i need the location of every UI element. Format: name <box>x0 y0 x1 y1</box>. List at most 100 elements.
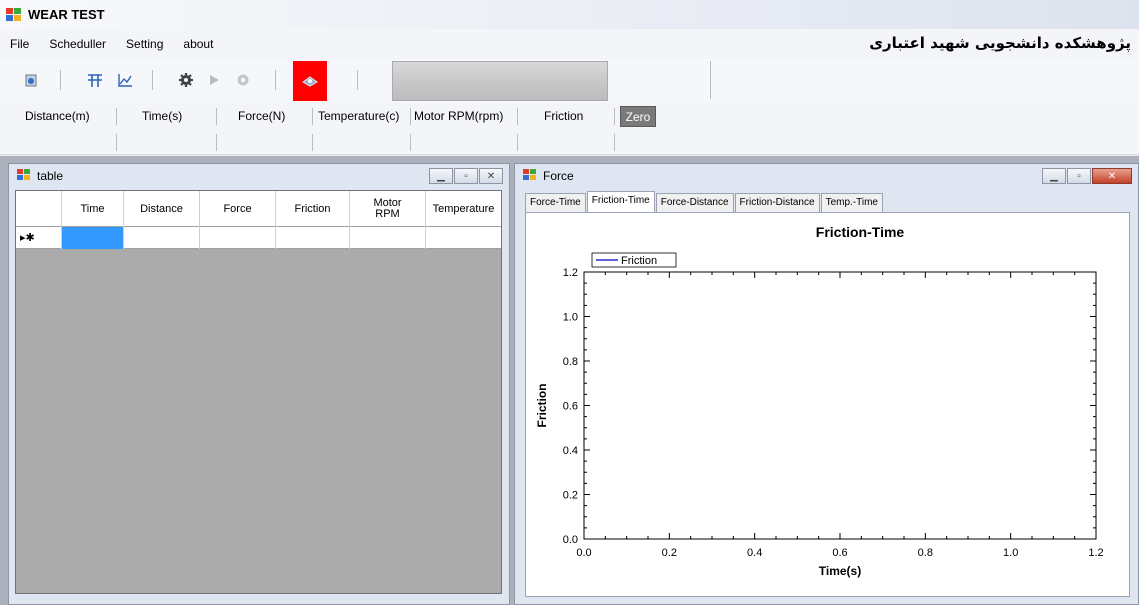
toolbar-separator <box>275 70 276 90</box>
sensor-icon[interactable] <box>293 61 327 101</box>
menu-setting[interactable]: Setting <box>126 37 163 51</box>
x-tick-label: 0.0 <box>576 547 591 559</box>
y-tick-label: 0.2 <box>563 490 578 502</box>
chart-tabs: Force-Time Friction-Time Force-Distance … <box>525 191 884 213</box>
friction-label: Friction <box>544 109 584 123</box>
close-button[interactable]: ✕ <box>1092 168 1132 184</box>
label-separator <box>312 108 313 125</box>
cell-distance[interactable] <box>124 227 200 249</box>
tab-force-time[interactable]: Force-Time <box>525 193 586 212</box>
toolbar <box>0 59 1139 103</box>
toolbar-separator <box>60 70 61 90</box>
x-axis-label: Time(s) <box>819 564 861 578</box>
y-tick-label: 1.2 <box>563 267 578 279</box>
temperature-label: Temperature(c) <box>318 109 400 123</box>
value-separator <box>410 134 411 151</box>
force-window-title: Force <box>543 169 574 183</box>
chart-panel: Friction-Time Friction 0.0 0.0 0.2 0.2 0.4 0.4 0… <box>525 212 1130 597</box>
label-separator <box>410 108 411 125</box>
toolbar-separator <box>710 61 711 99</box>
legend-label: Friction <box>621 255 657 267</box>
maximize-button[interactable]: ▫ <box>454 168 478 184</box>
toolbar-separator <box>152 70 153 90</box>
time-label: Time(s) <box>142 109 183 123</box>
x-tick-label: 0.2 <box>662 547 677 559</box>
institute-name: پژوهشکده دانشجویی شهید اعتباری <box>869 34 1131 52</box>
settings-gear-icon[interactable] <box>175 69 197 91</box>
column-header-temperature[interactable]: Temperature <box>426 191 501 227</box>
menu-file[interactable]: File <box>10 37 29 51</box>
grid-header: Time Distance Force Friction Motor RPM T… <box>16 191 501 227</box>
tab-friction-time[interactable]: Friction-Time <box>586 191 655 212</box>
label-separator <box>116 108 117 125</box>
value-separator <box>614 134 615 151</box>
motor-rpm-label: Motor RPM(rpm) <box>414 109 504 123</box>
x-tick-label: 1.2 <box>1088 547 1103 559</box>
force-label: Force(N) <box>238 109 286 123</box>
close-button[interactable]: ✕ <box>479 168 503 184</box>
friction-time-chart: Friction-Time Friction 0.00.0 0.2 0.2 0.4 0.4 0… <box>535 224 1104 578</box>
new-row-indicator: ▸✱ <box>16 227 62 249</box>
minimize-button[interactable]: ▁ <box>429 168 453 184</box>
y-tick-label: 0.8 <box>563 356 578 368</box>
value-separator <box>312 134 313 151</box>
x-tick-label: 0.4 <box>747 547 762 559</box>
table-row[interactable]: ▸✱ <box>16 227 501 249</box>
force-window: Force ▁ ▫ ✕ Force-Time Friction-Time For… <box>514 163 1139 605</box>
column-header-motor-rpm[interactable]: Motor RPM <box>350 191 426 227</box>
connect-icon[interactable] <box>20 69 42 91</box>
readout-labels-bar: Distance(m) Time(s) Force(N) Temperature… <box>0 103 1139 130</box>
label-separator <box>614 108 615 125</box>
label-separator <box>517 108 518 125</box>
tab-temp-time[interactable]: Temp.-Time <box>820 193 883 212</box>
new-row-marker: ▸✱ <box>20 232 35 244</box>
menu-scheduller[interactable]: Scheduller <box>49 37 106 51</box>
app-icon <box>6 7 22 22</box>
chart-title: Friction-Time <box>816 224 905 240</box>
value-separator <box>517 134 518 151</box>
cell-time[interactable] <box>62 227 124 249</box>
y-tick-label: 1.0 <box>563 312 578 324</box>
tab-friction-distance[interactable]: Friction-Distance <box>734 193 820 212</box>
cell-friction[interactable] <box>276 227 350 249</box>
y-tick-label: 0.0 <box>563 534 578 546</box>
data-grid[interactable]: Time Distance Force Friction Motor RPM T… <box>15 190 502 594</box>
y-axis-label: Friction <box>535 384 549 428</box>
label-separator <box>216 108 217 125</box>
column-header-distance[interactable]: Distance <box>124 191 200 227</box>
row-header-corner <box>16 191 62 227</box>
chart-icon[interactable] <box>114 69 136 91</box>
table-window-titlebar[interactable]: table ▁ ▫ ✕ <box>9 164 509 188</box>
minimize-button[interactable]: ▁ <box>1042 168 1066 184</box>
stop-icon[interactable] <box>232 69 254 91</box>
value-separator <box>216 134 217 151</box>
force-window-titlebar[interactable]: Force ▁ ▫ ✕ <box>515 164 1138 188</box>
toolbar-separator <box>357 70 358 90</box>
table-window: table ▁ ▫ ✕ Time Distance Force Friction… <box>8 163 510 605</box>
play-icon[interactable] <box>203 69 225 91</box>
zero-button[interactable]: Zero <box>620 106 656 127</box>
y-tick-label: 0.6 <box>563 401 578 413</box>
progress-bar <box>392 61 608 101</box>
menu-about[interactable]: about <box>183 37 213 51</box>
distance-label: Distance(m) <box>25 109 90 123</box>
x-tick-label: 0.8 <box>918 547 933 559</box>
x-tick-label: 0.6 <box>832 547 847 559</box>
y-tick-label: 0.4 <box>563 445 578 457</box>
column-header-time[interactable]: Time <box>62 191 124 227</box>
column-header-force[interactable]: Force <box>200 191 276 227</box>
table-icon[interactable] <box>84 69 106 91</box>
cell-motor-rpm[interactable] <box>350 227 426 249</box>
table-window-icon <box>17 169 33 183</box>
value-separator <box>116 134 117 151</box>
tab-force-distance[interactable]: Force-Distance <box>655 193 734 212</box>
title-bar: WEAR TEST <box>0 0 1139 29</box>
readout-values-bar <box>0 130 1139 155</box>
window-title: WEAR TEST <box>28 7 105 22</box>
table-window-title: table <box>37 169 64 183</box>
cell-force[interactable] <box>200 227 276 249</box>
column-header-friction[interactable]: Friction <box>276 191 350 227</box>
maximize-button[interactable]: ▫ <box>1067 168 1091 184</box>
cell-temperature[interactable] <box>426 227 501 249</box>
force-window-icon <box>523 169 539 183</box>
